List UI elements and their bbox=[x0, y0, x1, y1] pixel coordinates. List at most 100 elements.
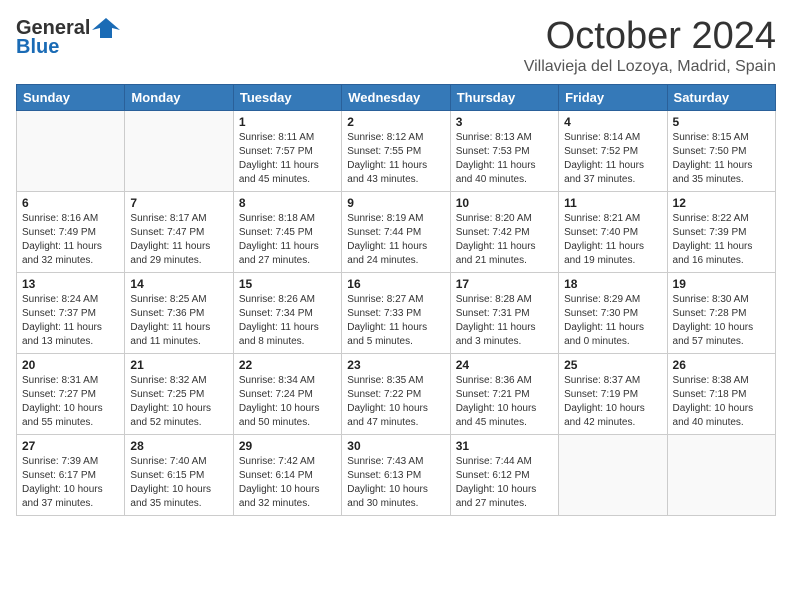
day-info: Sunrise: 8:37 AM Sunset: 7:19 PM Dayligh… bbox=[564, 374, 661, 430]
calendar-cell: 29 Sunrise: 7:42 AM Sunset: 6:14 PM Dayli… bbox=[233, 434, 341, 515]
day-number: 28 bbox=[130, 439, 227, 453]
day-info: Sunrise: 7:43 AM Sunset: 6:13 PM Dayligh… bbox=[347, 455, 444, 511]
day-number: 15 bbox=[239, 277, 336, 291]
day-number: 6 bbox=[22, 196, 119, 210]
day-number: 23 bbox=[347, 358, 444, 372]
day-number: 16 bbox=[347, 277, 444, 291]
day-info: Sunrise: 8:30 AM Sunset: 7:28 PM Dayligh… bbox=[673, 293, 770, 349]
calendar-cell: 22 Sunrise: 8:34 AM Sunset: 7:24 PM Dayli… bbox=[233, 353, 341, 434]
weekday-header-monday: Monday bbox=[125, 84, 233, 110]
day-number: 11 bbox=[564, 196, 661, 210]
weekday-header-sunday: Sunday bbox=[17, 84, 125, 110]
calendar-cell: 23Sunrise: 8:35 AM Sunset: 7:22 PM Dayli… bbox=[342, 353, 450, 434]
day-number: 24 bbox=[456, 358, 553, 372]
day-number: 26 bbox=[673, 358, 770, 372]
day-number: 19 bbox=[673, 277, 770, 291]
weekday-header-row: SundayMondayTuesdayWednesdayThursdayFrid… bbox=[17, 84, 776, 110]
day-number: 18 bbox=[564, 277, 661, 291]
calendar-cell bbox=[559, 434, 667, 515]
day-info: Sunrise: 7:42 AM Sunset: 6:14 PM Dayligh… bbox=[239, 455, 336, 511]
logo-text-blue: Blue bbox=[16, 36, 59, 59]
day-number: 4 bbox=[564, 115, 661, 129]
day-info: Sunrise: 7:40 AM Sunset: 6:15 PM Dayligh… bbox=[130, 455, 227, 511]
day-info: Sunrise: 8:32 AM Sunset: 7:25 PM Dayligh… bbox=[130, 374, 227, 430]
calendar-cell: 5Sunrise: 8:15 AM Sunset: 7:50 PM Daylig… bbox=[667, 110, 775, 191]
calendar-cell: 19 Sunrise: 8:30 AM Sunset: 7:28 PM Dayli… bbox=[667, 272, 775, 353]
calendar-cell: 10 Sunrise: 8:20 AM Sunset: 7:42 PM Dayli… bbox=[450, 191, 558, 272]
day-info: Sunrise: 8:38 AM Sunset: 7:18 PM Dayligh… bbox=[673, 374, 770, 430]
page-header: General Blue October 2024 Villavieja del… bbox=[16, 16, 776, 76]
day-number: 30 bbox=[347, 439, 444, 453]
logo-bird-icon bbox=[92, 16, 120, 40]
day-info: Sunrise: 8:29 AM Sunset: 7:30 PM Dayligh… bbox=[564, 293, 661, 349]
day-info: Sunrise: 8:12 AM Sunset: 7:55 PM Dayligh… bbox=[347, 131, 444, 187]
day-number: 3 bbox=[456, 115, 553, 129]
day-info: Sunrise: 8:25 AM Sunset: 7:36 PM Dayligh… bbox=[130, 293, 227, 349]
day-info: Sunrise: 8:11 AM Sunset: 7:57 PM Dayligh… bbox=[239, 131, 336, 187]
day-number: 17 bbox=[456, 277, 553, 291]
calendar-cell: 2Sunrise: 8:12 AM Sunset: 7:55 PM Daylig… bbox=[342, 110, 450, 191]
day-number: 21 bbox=[130, 358, 227, 372]
calendar-cell: 1 Sunrise: 8:11 AM Sunset: 7:57 PM Daylig… bbox=[233, 110, 341, 191]
calendar-cell: 3 Sunrise: 8:13 AM Sunset: 7:53 PM Daylig… bbox=[450, 110, 558, 191]
calendar-cell bbox=[667, 434, 775, 515]
calendar-cell: 21 Sunrise: 8:32 AM Sunset: 7:25 PM Dayli… bbox=[125, 353, 233, 434]
calendar-cell: 4 Sunrise: 8:14 AM Sunset: 7:52 PM Daylig… bbox=[559, 110, 667, 191]
calendar-table: SundayMondayTuesdayWednesdayThursdayFrid… bbox=[16, 84, 776, 516]
day-number: 29 bbox=[239, 439, 336, 453]
calendar-cell: 13 Sunrise: 8:24 AM Sunset: 7:37 PM Dayli… bbox=[17, 272, 125, 353]
day-info: Sunrise: 7:44 AM Sunset: 6:12 PM Dayligh… bbox=[456, 455, 553, 511]
day-info: Sunrise: 8:21 AM Sunset: 7:40 PM Dayligh… bbox=[564, 212, 661, 268]
day-info: Sunrise: 8:19 AM Sunset: 7:44 PM Dayligh… bbox=[347, 212, 444, 268]
day-info: Sunrise: 8:14 AM Sunset: 7:52 PM Dayligh… bbox=[564, 131, 661, 187]
day-number: 25 bbox=[564, 358, 661, 372]
calendar-cell: 28 Sunrise: 7:40 AM Sunset: 6:15 PM Dayli… bbox=[125, 434, 233, 515]
calendar-cell: 27 Sunrise: 7:39 AM Sunset: 6:17 PM Dayli… bbox=[17, 434, 125, 515]
weekday-header-friday: Friday bbox=[559, 84, 667, 110]
day-info: Sunrise: 8:20 AM Sunset: 7:42 PM Dayligh… bbox=[456, 212, 553, 268]
title-section: October 2024 Villavieja del Lozoya, Madr… bbox=[524, 16, 776, 76]
calendar-cell bbox=[17, 110, 125, 191]
calendar-cell: 11 Sunrise: 8:21 AM Sunset: 7:40 PM Dayli… bbox=[559, 191, 667, 272]
day-number: 9 bbox=[347, 196, 444, 210]
calendar-cell: 24 Sunrise: 8:36 AM Sunset: 7:21 PM Dayli… bbox=[450, 353, 558, 434]
day-info: Sunrise: 7:39 AM Sunset: 6:17 PM Dayligh… bbox=[22, 455, 119, 511]
calendar-cell: 9 Sunrise: 8:19 AM Sunset: 7:44 PM Daylig… bbox=[342, 191, 450, 272]
day-info: Sunrise: 8:22 AM Sunset: 7:39 PM Dayligh… bbox=[673, 212, 770, 268]
day-number: 10 bbox=[456, 196, 553, 210]
calendar-week-row: 1 Sunrise: 8:11 AM Sunset: 7:57 PM Daylig… bbox=[17, 110, 776, 191]
calendar-week-row: 6Sunrise: 8:16 AM Sunset: 7:49 PM Daylig… bbox=[17, 191, 776, 272]
calendar-cell: 26 Sunrise: 8:38 AM Sunset: 7:18 PM Dayli… bbox=[667, 353, 775, 434]
day-info: Sunrise: 8:27 AM Sunset: 7:33 PM Dayligh… bbox=[347, 293, 444, 349]
weekday-header-wednesday: Wednesday bbox=[342, 84, 450, 110]
calendar-cell: 12Sunrise: 8:22 AM Sunset: 7:39 PM Dayli… bbox=[667, 191, 775, 272]
calendar-week-row: 27 Sunrise: 7:39 AM Sunset: 6:17 PM Dayli… bbox=[17, 434, 776, 515]
day-number: 14 bbox=[130, 277, 227, 291]
day-number: 20 bbox=[22, 358, 119, 372]
calendar-cell: 30 Sunrise: 7:43 AM Sunset: 6:13 PM Dayli… bbox=[342, 434, 450, 515]
calendar-cell: 7Sunrise: 8:17 AM Sunset: 7:47 PM Daylig… bbox=[125, 191, 233, 272]
day-info: Sunrise: 8:34 AM Sunset: 7:24 PM Dayligh… bbox=[239, 374, 336, 430]
calendar-cell: 16 Sunrise: 8:27 AM Sunset: 7:33 PM Dayli… bbox=[342, 272, 450, 353]
weekday-header-thursday: Thursday bbox=[450, 84, 558, 110]
day-number: 22 bbox=[239, 358, 336, 372]
day-info: Sunrise: 8:24 AM Sunset: 7:37 PM Dayligh… bbox=[22, 293, 119, 349]
day-number: 31 bbox=[456, 439, 553, 453]
calendar-cell bbox=[125, 110, 233, 191]
calendar-cell: 31 Sunrise: 7:44 AM Sunset: 6:12 PM Dayli… bbox=[450, 434, 558, 515]
day-number: 27 bbox=[22, 439, 119, 453]
day-info: Sunrise: 8:26 AM Sunset: 7:34 PM Dayligh… bbox=[239, 293, 336, 349]
weekday-header-saturday: Saturday bbox=[667, 84, 775, 110]
day-info: Sunrise: 8:13 AM Sunset: 7:53 PM Dayligh… bbox=[456, 131, 553, 187]
month-title: October 2024 bbox=[524, 16, 776, 58]
weekday-header-tuesday: Tuesday bbox=[233, 84, 341, 110]
day-info: Sunrise: 8:18 AM Sunset: 7:45 PM Dayligh… bbox=[239, 212, 336, 268]
day-number: 1 bbox=[239, 115, 336, 129]
calendar-week-row: 13 Sunrise: 8:24 AM Sunset: 7:37 PM Dayli… bbox=[17, 272, 776, 353]
calendar-cell: 8Sunrise: 8:18 AM Sunset: 7:45 PM Daylig… bbox=[233, 191, 341, 272]
calendar-cell: 17Sunrise: 8:28 AM Sunset: 7:31 PM Dayli… bbox=[450, 272, 558, 353]
calendar-cell: 20Sunrise: 8:31 AM Sunset: 7:27 PM Dayli… bbox=[17, 353, 125, 434]
day-info: Sunrise: 8:36 AM Sunset: 7:21 PM Dayligh… bbox=[456, 374, 553, 430]
day-number: 13 bbox=[22, 277, 119, 291]
calendar-cell: 14 Sunrise: 8:25 AM Sunset: 7:36 PM Dayli… bbox=[125, 272, 233, 353]
